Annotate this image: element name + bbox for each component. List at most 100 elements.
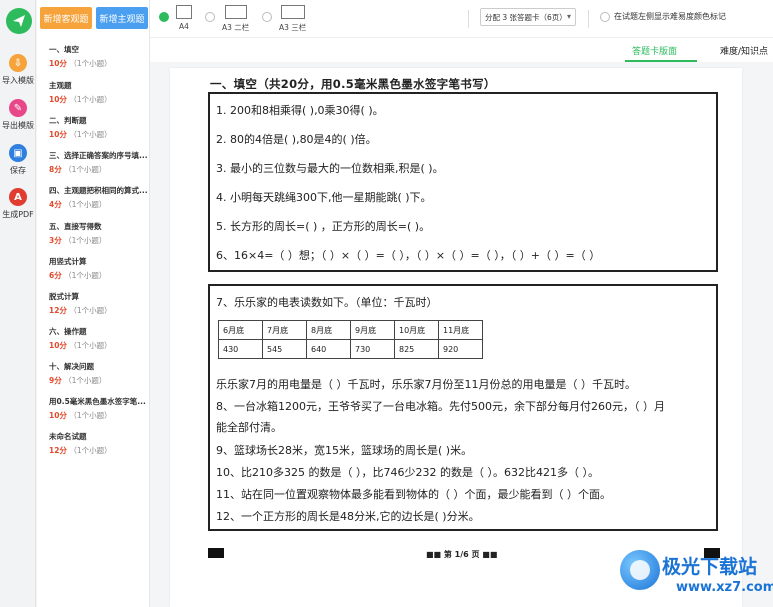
question-title: 二、判断题 xyxy=(49,116,87,125)
question-line: 4. 小明每天跳绳300下,他一星期能跳( )下。 xyxy=(216,191,432,204)
meter-value-cell: 545 xyxy=(262,339,307,359)
question-points: 10分 xyxy=(49,95,67,104)
question-subcount: （1个小题） xyxy=(64,236,107,245)
meter-value-cell: 730 xyxy=(350,339,395,359)
question-points: 12分 xyxy=(49,306,67,315)
paper-a3-three-radio[interactable] xyxy=(262,12,272,22)
question-line: 6、16×4=（ ）想；（ ）×（ ）=（ ），（ ）×（ ）=（ ），（ ）+… xyxy=(216,249,601,262)
question-points: 6分 xyxy=(49,271,62,280)
difficulty-color-checkbox[interactable] xyxy=(600,11,610,22)
question-list-item[interactable]: 未命名试题 12分 （1个小题） xyxy=(49,431,149,456)
difficulty-color-toggle[interactable]: 在试题左侧显示难易度颜色标记 xyxy=(600,11,726,22)
export-icon: ✎ xyxy=(9,99,27,117)
toolbar-divider xyxy=(588,10,589,28)
question-title: 主观题 xyxy=(49,81,72,90)
toolbar-divider xyxy=(468,10,469,28)
question-points: 3分 xyxy=(49,236,62,245)
tab-difficulty-knowledge[interactable]: 难度/知识点 xyxy=(720,44,768,57)
import-icon: ⇩ xyxy=(9,54,27,72)
question-score: 3分 （1个小题） xyxy=(49,235,149,246)
import-template-button[interactable]: ⇩ 导入模版 xyxy=(0,54,36,86)
meter-value-cell: 825 xyxy=(394,339,439,359)
question-title: 六、操作题 xyxy=(49,327,87,336)
add-subjective-button[interactable]: 新增主观题 xyxy=(96,7,148,29)
question-score: 10分 （1个小题） xyxy=(49,58,149,69)
paper-a4-radio[interactable] xyxy=(159,12,169,22)
paper-a3-two-option[interactable]: A3 二栏 xyxy=(222,5,249,33)
paper-a4-label: A4 xyxy=(179,22,189,31)
question-title: 四、主观题把积相同的算式... xyxy=(49,186,148,195)
meter-month-cell: 8月底 xyxy=(306,320,351,340)
add-objective-button[interactable]: 新增客观题 xyxy=(40,7,92,29)
question-points: 4分 xyxy=(49,200,62,209)
question-list-item[interactable]: 一、填空 10分 （1个小题） xyxy=(49,44,149,69)
paper-a3-two-radio[interactable] xyxy=(205,12,215,22)
answer-card-select[interactable]: 分配 3 张答题卡（6页） ▾ xyxy=(480,8,576,26)
answer-sheet-page: 一、填空（共20分，用0.5毫米黑色墨水签字笔书写） 1. 200和8相乘得( … xyxy=(170,68,742,607)
question-list-item[interactable]: 二、判断题 10分 （1个小题） xyxy=(49,115,149,140)
question-score: 4分 （1个小题） xyxy=(49,199,149,210)
fill-blank-answer-box[interactable]: 1. 200和8相乘得( ),0乘30得( )。 2. 80的4倍是( ),80… xyxy=(208,92,718,272)
question-line: 1. 200和8相乘得( ),0乘30得( )。 xyxy=(216,104,384,117)
question-title: 脱式计算 xyxy=(49,292,79,301)
export-template-button[interactable]: ✎ 导出模版 xyxy=(0,99,36,131)
question-score: 6分 （1个小题） xyxy=(49,270,149,281)
question-title: 用0.5毫米黑色墨水签字笔... xyxy=(49,397,146,406)
question-line: 2. 80的4倍是( ),80是4的( )倍。 xyxy=(216,133,377,146)
question-line: 12、一个正方形的周长是48分米,它的边长是( )分米。 xyxy=(216,510,480,523)
question-score: 10分 （1个小题） xyxy=(49,410,149,421)
paper-a4-option[interactable]: A4 xyxy=(176,5,192,31)
difficulty-color-label: 在试题左侧显示难易度颜色标记 xyxy=(614,12,726,21)
question-score: 10分 （1个小题） xyxy=(49,94,149,105)
watermark-logo: 极光下载站 www.xz7.com xyxy=(620,546,773,604)
question-points: 10分 xyxy=(49,411,67,420)
question-list-item[interactable]: 十、解决问题 9分 （1个小题） xyxy=(49,361,149,386)
import-template-label: 导入模版 xyxy=(2,76,34,85)
question-points: 12分 xyxy=(49,446,67,455)
active-tab-indicator xyxy=(625,60,697,62)
question-list-item[interactable]: 六、操作题 10分 （1个小题） xyxy=(49,326,149,351)
meter-value-cell: 640 xyxy=(306,339,351,359)
meter-month-cell: 9月底 xyxy=(350,320,395,340)
meter-value-cell: 920 xyxy=(438,339,483,359)
question-list-item[interactable]: 用竖式计算 6分 （1个小题） xyxy=(49,256,149,281)
three-column-page-icon xyxy=(280,5,305,19)
question-points: 8分 xyxy=(49,165,62,174)
generate-pdf-button[interactable]: A 生成PDF xyxy=(0,188,36,220)
export-template-label: 导出模版 xyxy=(2,121,34,130)
question-subcount: （1个小题） xyxy=(64,376,107,385)
question-title: 未命名试题 xyxy=(49,432,87,441)
question-subcount: （1个小题） xyxy=(69,95,112,104)
question-line: 5. 长方形的周长=( ) ，正方形的周长=( )。 xyxy=(216,220,431,233)
question-points: 9分 xyxy=(49,376,62,385)
question-title: 三、选择正确答案的序号填... xyxy=(49,151,148,160)
view-tabs: 答题卡版面 难度/知识点 xyxy=(150,38,773,62)
question-list-item[interactable]: 四、主观题把积相同的算式... 4分 （1个小题） xyxy=(49,185,149,210)
question-subcount: （1个小题） xyxy=(69,411,112,420)
question-subcount: （1个小题） xyxy=(69,130,112,139)
tab-answer-card-layout[interactable]: 答题卡版面 xyxy=(632,44,677,57)
question-score: 12分 （1个小题） xyxy=(49,305,149,316)
two-column-page-icon xyxy=(224,5,247,19)
question-list-item[interactable]: 主观题 10分 （1个小题） xyxy=(49,80,149,105)
paper-a3-three-option[interactable]: A3 三栏 xyxy=(279,5,306,33)
add-question-buttons: 新增客观题 新增主观题 xyxy=(40,7,148,29)
question-list-item[interactable]: 三、选择正确答案的序号填... 8分 （1个小题） xyxy=(49,150,149,175)
save-label: 保存 xyxy=(10,166,26,175)
alignment-marker xyxy=(208,548,224,558)
question-list-item[interactable]: 用0.5毫米黑色墨水签字笔... 10分 （1个小题） xyxy=(49,396,149,421)
question-title: 十、解决问题 xyxy=(49,362,94,371)
save-icon: ▣ xyxy=(9,144,27,162)
save-button[interactable]: ▣ 保存 xyxy=(0,144,36,176)
question-subcount: （1个小题） xyxy=(64,271,107,280)
question-score: 10分 （1个小题） xyxy=(49,129,149,140)
question-points: 10分 xyxy=(49,130,67,139)
question-7-title: 7、乐乐家的电表读数如下。（单位：千瓦时） xyxy=(216,296,438,309)
question-line: 3. 最小的三位数与最大的一位数相乘,积是( )。 xyxy=(216,162,444,175)
meter-value-cell: 430 xyxy=(218,339,263,359)
paper-plane-logo-icon[interactable] xyxy=(6,8,32,34)
problem-answer-box[interactable]: 7、乐乐家的电表读数如下。（单位：千瓦时） 6月底 7月底 8月底 9月底 10月底 11… xyxy=(208,284,718,531)
question-subcount: （1个小题） xyxy=(69,341,112,350)
question-list-item[interactable]: 脱式计算 12分 （1个小题） xyxy=(49,291,149,316)
question-list-item[interactable]: 五、直接写得数 3分 （1个小题） xyxy=(49,221,149,246)
